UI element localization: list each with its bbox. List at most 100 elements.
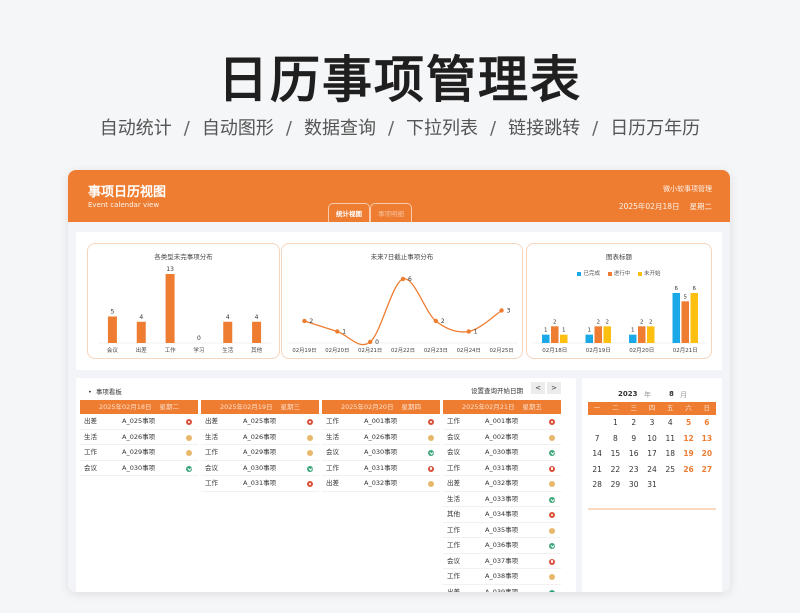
event-row[interactable]: 生活 A_026事项: [80, 430, 198, 445]
year-select[interactable]: 2023: [618, 390, 637, 398]
data-label: 4: [226, 314, 230, 321]
calendar-day[interactable]: 23: [625, 462, 643, 478]
prev-date-button[interactable]: <: [531, 382, 545, 394]
event-name: A_034事项: [485, 510, 519, 518]
status-done-icon: [549, 589, 555, 592]
event-category: 生活: [447, 494, 460, 503]
event-row[interactable]: 工作 A_031事项: [322, 461, 440, 476]
day-date: 2025年02月21日: [461, 403, 515, 411]
event-row[interactable]: 出差 A_032事项: [322, 476, 440, 492]
calendar-day[interactable]: 9: [625, 431, 643, 447]
event-row[interactable]: 会议 A_030事项: [322, 445, 440, 461]
bar: [690, 293, 698, 343]
event-row[interactable]: 会议 A_030事项: [80, 461, 198, 476]
calendar-day[interactable]: 28: [588, 477, 606, 493]
event-row[interactable]: 出差 A_032事项: [443, 476, 561, 492]
calendar-day[interactable]: 4: [661, 415, 679, 431]
day-weekday: 星期四: [401, 403, 422, 411]
current-date: 2025年02月18日 星期二: [619, 201, 712, 212]
bar: [585, 334, 593, 343]
calendar-day[interactable]: 12: [679, 431, 697, 447]
calendar-day[interactable]: 8: [606, 431, 624, 447]
event-row[interactable]: 工作 A_031事项: [201, 476, 319, 492]
calendar-day[interactable]: 7: [588, 431, 606, 447]
calendar-empty-cell: [588, 415, 606, 431]
calendar-day[interactable]: 25: [661, 462, 679, 478]
calendar-day[interactable]: 27: [698, 462, 716, 478]
day-header[interactable]: 2025年02月20日 星期四: [322, 400, 440, 414]
calendar-day[interactable]: 15: [606, 446, 624, 462]
calendar-panel: 2023 年 8 月 一二三四五六日 1 2 3 4 5 6 7 8 9 10 11 12 13 14 15…: [582, 378, 722, 592]
day-header[interactable]: 2025年02月21日 星期五: [443, 400, 561, 414]
day-weekday: 星期五: [522, 403, 543, 411]
event-row[interactable]: 生活 A_033事项: [443, 492, 561, 507]
event-row[interactable]: 会议 A_030事项: [443, 445, 561, 461]
event-name: A_032事项: [364, 479, 398, 487]
weekday-label: 一: [593, 404, 601, 412]
calendar-day[interactable]: 13: [698, 431, 716, 447]
status-overdue-icon: [307, 419, 313, 425]
calendar-day[interactable]: 2: [625, 415, 643, 431]
tab-stats-view[interactable]: 统计视图: [328, 203, 370, 223]
month-select[interactable]: 8: [669, 390, 674, 398]
day-column: 2025年02月21日 星期五 工作 A_001事项 会议 A_002事项 会议 A_030事…: [443, 400, 561, 592]
x-tick-label: 02月22日: [391, 347, 415, 354]
event-row[interactable]: 出差 A_025事项: [80, 414, 198, 430]
feature-label: 自动图形: [201, 118, 274, 139]
calendar-day[interactable]: 19: [679, 446, 697, 462]
event-row[interactable]: 工作 A_031事项: [443, 461, 561, 476]
event-row[interactable]: 工作 A_038事项: [443, 569, 561, 585]
event-category: 工作: [326, 417, 339, 425]
event-row[interactable]: 生活 A_026事项: [201, 430, 319, 445]
x-tick-label: 02月19日: [586, 347, 611, 354]
event-row[interactable]: 工作 A_001事项: [322, 414, 440, 430]
calendar-day[interactable]: 20: [698, 446, 716, 462]
calendar-day[interactable]: 1: [606, 415, 624, 431]
data-point: [367, 339, 373, 345]
calendar-day[interactable]: 11: [661, 431, 679, 447]
bar: [603, 326, 611, 343]
calendar-day[interactable]: 3: [643, 415, 661, 431]
tab-item-details[interactable]: 事项明细: [370, 203, 412, 223]
calendar-day[interactable]: 30: [625, 477, 643, 493]
data-label: 1: [562, 328, 566, 334]
event-row[interactable]: 工作 A_029事项: [80, 445, 198, 461]
event-row[interactable]: 会议 A_002事项: [443, 430, 561, 445]
month-label: 月: [680, 391, 687, 399]
data-label: 6: [408, 276, 412, 283]
next-date-button[interactable]: >: [545, 382, 561, 394]
separator: /: [387, 118, 395, 139]
calendar-day[interactable]: 16: [625, 446, 643, 462]
calendar-day[interactable]: 22: [606, 462, 624, 478]
calendar-day[interactable]: 14: [588, 446, 606, 462]
bar: [252, 321, 262, 343]
event-row[interactable]: 工作 A_035事项: [443, 523, 561, 538]
event-row[interactable]: 会议 A_037事项: [443, 554, 561, 569]
calendar-day[interactable]: 17: [643, 446, 661, 462]
day-header[interactable]: 2025年02月18日 星期二: [80, 400, 198, 414]
event-row[interactable]: 出差 A_039事项: [443, 585, 561, 592]
calendar-day[interactable]: 18: [661, 446, 679, 462]
day-header[interactable]: 2025年02月19日 星期三: [201, 400, 319, 414]
calendar-day[interactable]: 10: [643, 431, 661, 447]
calendar-day[interactable]: 6: [698, 415, 716, 431]
calendar-day[interactable]: 5: [679, 415, 697, 431]
data-label: 2: [649, 319, 653, 325]
calendar-day[interactable]: 26: [679, 462, 697, 478]
calendar-day[interactable]: 29: [606, 477, 624, 493]
event-category: 生活: [205, 432, 218, 441]
event-row[interactable]: 工作 A_036事项: [443, 538, 561, 554]
event-row[interactable]: 生活 A_026事项: [322, 430, 440, 445]
event-row[interactable]: 工作 A_001事项: [443, 414, 561, 430]
event-row[interactable]: 其他 A_034事项: [443, 507, 561, 523]
status-pending-icon: [549, 481, 555, 487]
calendar-week: 7 8 9 10 11 12 13: [588, 431, 716, 447]
event-row[interactable]: 会议 A_030事项: [201, 461, 319, 476]
calendar-day[interactable]: 24: [643, 462, 661, 478]
x-tick-label: 学习: [193, 346, 204, 354]
event-row[interactable]: 工作 A_029事项: [201, 445, 319, 461]
calendar-day[interactable]: 21: [588, 462, 606, 478]
event-row[interactable]: 出差 A_025事项: [201, 414, 319, 430]
x-tick-label: 出差: [136, 346, 148, 354]
calendar-day[interactable]: 31: [643, 477, 661, 493]
